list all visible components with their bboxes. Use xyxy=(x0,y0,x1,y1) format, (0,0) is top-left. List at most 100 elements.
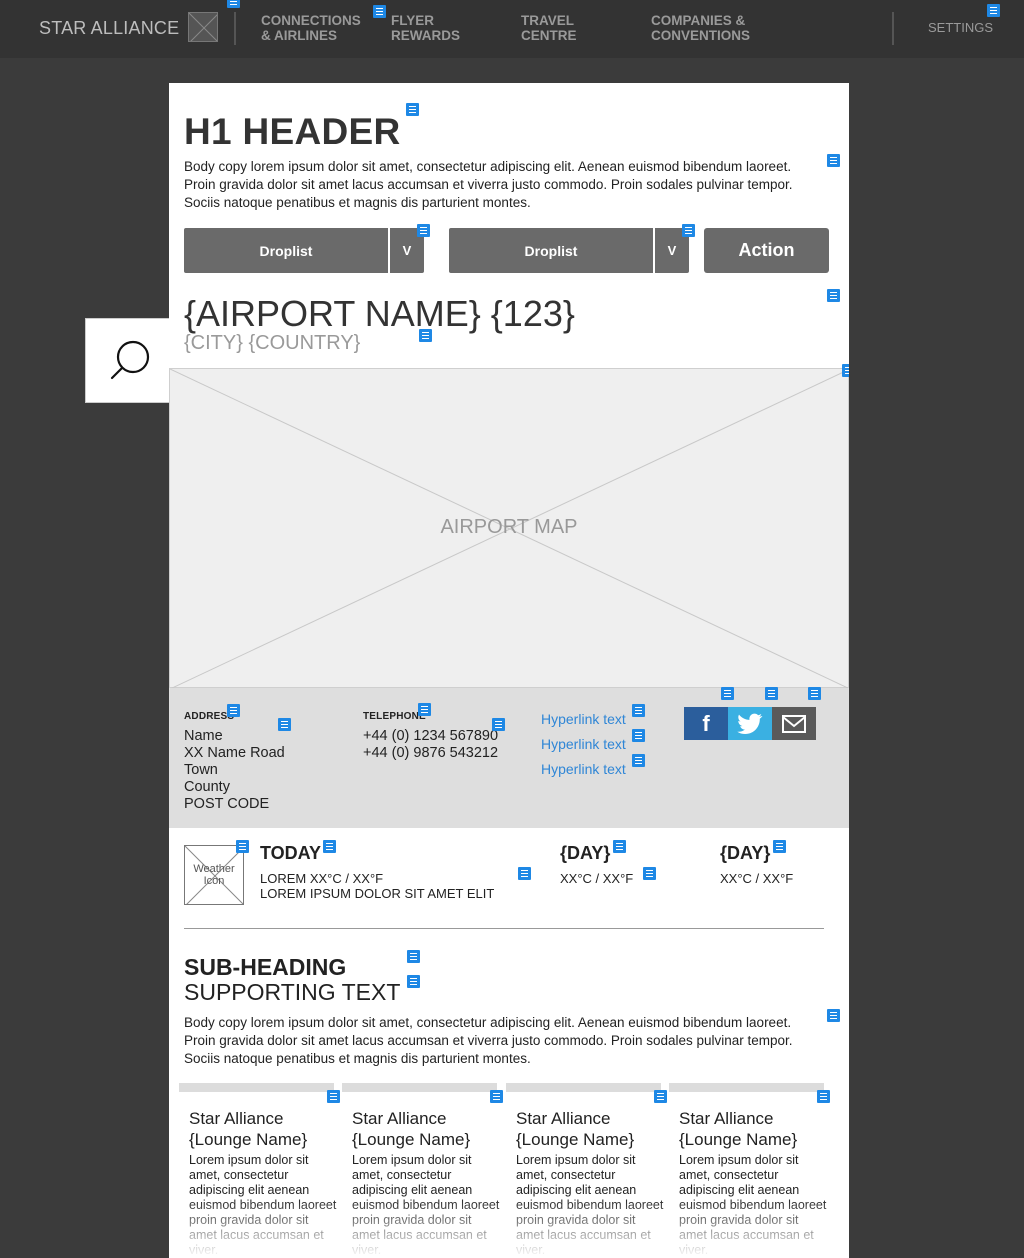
annotation-note-icon xyxy=(492,718,505,731)
lounge-brand: Star Alliance xyxy=(679,1109,774,1128)
nav-item-settings[interactable]: SETTINGS xyxy=(928,20,993,35)
nav-item-connections[interactable]: CONNECTIONS & AIRLINES xyxy=(261,13,361,43)
annotation-note-icon xyxy=(278,718,291,731)
nav-item-line: & AIRLINES xyxy=(261,28,338,43)
annotation-note-icon xyxy=(407,975,420,988)
lounge-name: {Lounge Name} xyxy=(516,1130,635,1149)
address-line: Town xyxy=(184,762,218,778)
twitter-bird-icon xyxy=(737,713,763,734)
droplist-label: Droplist xyxy=(259,242,313,259)
telephone-block: +44 (0) 1234 567890 +44 (0) 9876 543212 xyxy=(363,728,498,762)
nav-item-line: COMPANIES & xyxy=(651,13,746,28)
annotation-note-icon xyxy=(407,950,420,963)
annotation-note-icon xyxy=(827,1009,840,1022)
weather-day-temp: XX°C / XX°F xyxy=(560,871,634,886)
annotation-note-icon xyxy=(632,729,645,742)
brand-logo-placeholder[interactable] xyxy=(188,12,218,42)
annotation-note-icon xyxy=(227,704,240,717)
airport-location: {CITY} {COUNTRY} xyxy=(184,332,361,354)
nav-item-companies-conventions[interactable]: COMPANIES & CONVENTIONS xyxy=(651,13,750,43)
annotation-note-icon xyxy=(490,1090,503,1103)
nav-item-flyer-rewards[interactable]: FLYER REWARDS xyxy=(391,13,460,43)
annotation-note-icon xyxy=(327,1090,340,1103)
search-button[interactable] xyxy=(85,318,170,403)
nav-item-line: CONNECTIONS xyxy=(261,13,361,28)
weather-day-title: {DAY} xyxy=(720,843,771,863)
address-line: Name xyxy=(184,728,223,744)
address-line: County xyxy=(184,779,230,795)
search-icon xyxy=(110,340,150,380)
hyperlink[interactable]: Hyperlink text xyxy=(541,711,626,727)
annotation-note-icon xyxy=(773,840,786,853)
annotation-note-icon xyxy=(654,1090,667,1103)
droplist-2[interactable]: Droplist V xyxy=(449,228,689,273)
airport-name: {AIRPORT NAME} {123} xyxy=(184,293,575,334)
envelope-icon xyxy=(782,714,806,733)
phone-number[interactable]: +44 (0) 9876 543212 xyxy=(363,745,498,762)
address-line: XX Name Road xyxy=(184,745,285,761)
annotation-note-icon xyxy=(632,754,645,767)
weather-today-summary: LOREM IPSUM DOLOR SIT AMET ELIT xyxy=(260,886,495,901)
annotation-note-icon xyxy=(808,687,821,700)
lounge-card-image-bar xyxy=(506,1083,661,1092)
annotation-note-icon xyxy=(643,867,656,880)
mail-icon[interactable] xyxy=(772,707,816,740)
annotation-note-icon xyxy=(418,703,431,716)
nav-item-line: CENTRE xyxy=(521,28,577,43)
lounge-card-image-bar xyxy=(179,1083,334,1092)
nav-divider xyxy=(234,12,236,45)
lounge-card-image-bar xyxy=(669,1083,824,1092)
hyperlink[interactable]: Hyperlink text xyxy=(541,761,626,777)
weather-icon-label: Weather Icon xyxy=(193,863,235,887)
sub-heading: SUB-HEADING xyxy=(184,954,347,980)
intro-body-copy: Body copy lorem ipsum dolor sit amet, co… xyxy=(184,159,793,210)
annotation-note-icon xyxy=(632,704,645,717)
top-navigation-bar: STAR ALLIANCE CONNECTIONS & AIRLINES FLY… xyxy=(0,0,1024,58)
annotation-note-icon xyxy=(323,840,336,853)
section-divider xyxy=(184,928,824,929)
lounge-brand: Star Alliance xyxy=(516,1109,611,1128)
main-content-panel: H1 HEADER Body copy lorem ipsum dolor si… xyxy=(169,83,849,1258)
annotation-note-icon xyxy=(373,5,386,18)
phone-number[interactable]: +44 (0) 1234 567890 xyxy=(363,728,498,745)
nav-item-line: REWARDS xyxy=(391,28,461,43)
brand-name[interactable]: STAR ALLIANCE xyxy=(39,18,179,39)
nav-item-line: TRAVEL xyxy=(521,13,574,28)
annotation-note-icon xyxy=(682,224,695,237)
nav-item-line: CONVENTIONS xyxy=(651,28,751,43)
annotation-note-icon xyxy=(827,289,840,302)
nav-item-line: FLYER xyxy=(391,13,435,28)
annotation-note-icon xyxy=(227,0,240,8)
action-button[interactable]: Action xyxy=(704,228,829,273)
twitter-icon[interactable] xyxy=(728,707,772,740)
page-title: H1 HEADER xyxy=(184,111,401,152)
annotation-note-icon xyxy=(419,329,432,342)
weather-icon: Weather Icon xyxy=(184,845,244,905)
annotation-note-icon xyxy=(417,224,430,237)
droplist-1[interactable]: Droplist V xyxy=(184,228,424,273)
annotation-note-icon xyxy=(236,840,249,853)
nav-item-travel-centre[interactable]: TRAVEL CENTRE xyxy=(521,13,577,43)
supporting-text: SUPPORTING TEXT xyxy=(184,979,401,1005)
annotation-note-icon xyxy=(613,840,626,853)
facebook-icon[interactable]: f xyxy=(684,707,728,740)
section-body-copy: Body copy lorem ipsum dolor sit amet, co… xyxy=(184,1015,793,1066)
annotation-note-icon xyxy=(817,1090,830,1103)
hyperlink[interactable]: Hyperlink text xyxy=(541,736,626,752)
annotation-note-icon xyxy=(406,103,419,116)
lounge-name: {Lounge Name} xyxy=(352,1130,471,1149)
lounge-card-image-bar xyxy=(342,1083,497,1092)
weather-today-title: TODAY xyxy=(260,843,322,863)
address-line: POST CODE xyxy=(184,796,270,812)
airport-map[interactable]: AIRPORT MAP xyxy=(169,368,849,689)
annotation-note-icon xyxy=(518,867,531,880)
address-block: Name XX Name Road Town County POST CODE xyxy=(184,728,285,813)
lounge-brand: Star Alliance xyxy=(189,1109,284,1128)
weather-today-temp: LOREM XX°C / XX°F xyxy=(260,871,384,886)
annotation-note-icon xyxy=(842,364,849,377)
annotation-note-icon xyxy=(765,687,778,700)
weather-day-title: {DAY} xyxy=(560,843,611,863)
lounge-name: {Lounge Name} xyxy=(189,1130,308,1149)
bottom-fade-overlay xyxy=(169,1198,849,1258)
droplist-label: Droplist xyxy=(524,242,578,259)
